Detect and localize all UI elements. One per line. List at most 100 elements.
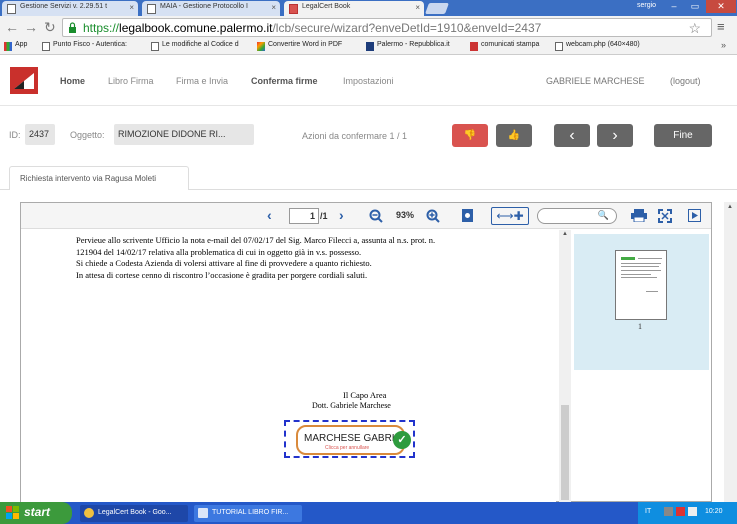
zoom-level[interactable]: 93% — [396, 210, 414, 220]
volume-icon[interactable] — [688, 507, 697, 516]
nav-libro-firma[interactable]: Libro Firma — [108, 76, 154, 86]
bookmark-label: comunicati stampa — [481, 41, 540, 48]
bookmark-star-icon[interactable]: ☆ — [688, 20, 701, 36]
page-icon — [555, 42, 563, 51]
forward-arrow-icon[interactable]: → — [24, 19, 38, 35]
thumbs-down-icon: 👎 — [463, 130, 477, 141]
document-line: 121904 del 14/02/17 relativa alla proble… — [76, 246, 362, 257]
more-bookmarks-icon[interactable]: » — [721, 40, 726, 50]
close-icon[interactable]: × — [129, 3, 134, 12]
pdf-search-input[interactable]: 🔍 — [537, 208, 617, 224]
network-icon[interactable] — [664, 507, 673, 516]
id-label: ID: — [9, 130, 21, 140]
chevron-left-icon: ‹ — [569, 127, 575, 144]
document-icon — [7, 4, 16, 14]
azioni-counter: Azioni da confermare 1 / 1 — [302, 131, 408, 141]
legalcert-favicon-icon — [289, 4, 298, 14]
close-icon[interactable]: × — [271, 3, 276, 12]
apps-grid-icon — [4, 42, 12, 51]
fine-button[interactable]: Fine — [654, 124, 712, 147]
url-host: legalbook.comune.palermo.it — [119, 21, 273, 35]
chrome-icon — [84, 508, 94, 518]
zoom-in-icon[interactable] — [426, 209, 440, 223]
presentation-icon[interactable] — [688, 209, 701, 222]
scroll-up-icon[interactable]: ▲ — [562, 231, 568, 237]
back-arrow-icon[interactable]: ← — [5, 19, 19, 35]
previous-page-icon[interactable]: ‹ — [267, 207, 272, 223]
nav-conferma-firme[interactable]: Conferma firme — [251, 76, 318, 86]
check-icon: ✓ — [393, 431, 411, 449]
bookmark-label: Convertire Word in PDF — [268, 41, 343, 48]
task-tutorial[interactable]: TUTORIAL LIBRO FIR... — [194, 505, 302, 522]
print-icon[interactable] — [631, 209, 647, 222]
thumbnail-panel: 1 — [574, 234, 709, 370]
bookmark-punto-fisco[interactable]: Punto Fisco - Autentica: — [42, 41, 127, 51]
approve-button[interactable]: 👍 — [496, 124, 532, 147]
start-button[interactable]: start — [0, 502, 72, 524]
oggetto-label: Oggetto: — [70, 130, 105, 140]
fullscreen-icon[interactable] — [658, 209, 672, 223]
bookmark-apps[interactable]: App — [4, 41, 28, 51]
profile-user-label[interactable]: sergio — [637, 2, 656, 9]
close-window-button[interactable]: ✕ — [706, 0, 736, 13]
fit-width-button[interactable]: ⟷✚ — [491, 207, 529, 225]
signature-button[interactable]: MARCHESE GABRIE Clicca per annullare — [296, 425, 405, 455]
page-number-input[interactable]: 1 — [289, 208, 319, 224]
pdf-scrollbar[interactable]: ▲ — [559, 230, 571, 502]
document-line: Si chiede a Codesta Azienda di volersi a… — [76, 258, 372, 268]
document-properties-icon[interactable] — [461, 208, 474, 223]
bookmark-comunicati[interactable]: comunicati stampa — [470, 41, 540, 51]
browser-tab-gestione-servizi[interactable]: Gestione Servizi v. 2.29.51 t × — [2, 1, 138, 16]
task-legalcert[interactable]: LegalCert Book - Goo... — [80, 505, 188, 522]
bookmark-label: Punto Fisco - Autentica: — [53, 41, 127, 48]
browser-tab-maia[interactable]: MAIA - Gestione Protocollo I × — [142, 1, 280, 16]
close-icon[interactable]: × — [415, 3, 420, 12]
address-bar[interactable]: https://legalbook.comune.palermo.it/lcb/… — [62, 18, 712, 37]
signatory-name: Dott. Gabriele Marchese — [312, 401, 391, 410]
minimize-window-button[interactable]: – — [664, 0, 684, 13]
reject-button[interactable]: 👎 — [452, 124, 488, 147]
new-tab-button[interactable] — [424, 3, 450, 14]
browser-tab-legalcert[interactable]: LegalCert Book × — [284, 1, 424, 16]
browser-tab-title: MAIA - Gestione Protocollo I — [160, 3, 248, 10]
bookmark-webcam[interactable]: webcam.php (640×480) — [555, 41, 640, 51]
scrollbar-thumb[interactable] — [561, 405, 569, 500]
document-icon — [198, 508, 208, 518]
signature-zone[interactable]: MARCHESE GABRIE Clicca per annullare ✓ — [284, 420, 415, 458]
bookmark-label: Le modifiche al Codice d — [162, 41, 239, 48]
logout-link[interactable]: (logout) — [670, 76, 701, 86]
windows-taskbar: start LegalCert Book - Goo... TUTORIAL L… — [0, 502, 737, 524]
bookmarks-bar: App Punto Fisco - Autentica: Le modifich… — [0, 39, 737, 55]
security-icon[interactable] — [676, 507, 685, 516]
scroll-up-icon[interactable]: ▲ — [727, 204, 733, 210]
previous-button[interactable]: ‹ — [554, 124, 590, 147]
bookmark-word-pdf[interactable]: Convertire Word in PDF — [257, 41, 343, 51]
bookmark-repubblica[interactable]: Palermo - Repubblica.it — [366, 41, 450, 51]
nav-impostazioni[interactable]: Impostazioni — [343, 76, 394, 86]
page-scrollbar[interactable]: ▲ — [724, 202, 737, 502]
reload-icon[interactable]: ↻ — [44, 19, 56, 36]
repubblica-icon — [366, 42, 374, 51]
task-label: TUTORIAL LIBRO FIR... — [212, 509, 289, 516]
maximize-window-button[interactable]: ▭ — [685, 0, 705, 13]
nav-firma-invia[interactable]: Firma e Invia — [176, 76, 228, 86]
zoom-out-icon[interactable] — [369, 209, 383, 223]
browser-menu-icon[interactable]: ≡ — [717, 19, 725, 34]
next-button[interactable]: › — [597, 124, 633, 147]
search-icon[interactable]: 🔍 — [598, 210, 609, 221]
bookmark-label: App — [15, 41, 28, 48]
comunicati-icon — [470, 42, 478, 51]
page-thumbnail[interactable] — [615, 250, 667, 320]
nav-home[interactable]: Home — [60, 76, 85, 86]
legalcert-logo-icon[interactable] — [10, 67, 38, 94]
language-indicator[interactable]: IT — [645, 508, 651, 515]
document-tab-label: Richiesta intervento via Ragusa Moleti — [20, 174, 157, 183]
oggetto-value: RIMOZIONE DIDONE RI... — [114, 124, 254, 145]
page-count: /1 — [320, 211, 328, 221]
tab-document[interactable]: Richiesta intervento via Ragusa Moleti — [9, 166, 189, 190]
bookmark-codice[interactable]: Le modifiche al Codice d — [151, 41, 239, 51]
task-label: LegalCert Book - Goo... — [98, 509, 172, 516]
pdf-viewer: ‹ 1 /1 › 93% ⟷✚ 🔍 Pervieue allo scrivent… — [20, 202, 712, 502]
next-page-icon[interactable]: › — [339, 207, 344, 223]
signature-hint: Clicca per annullare — [325, 445, 370, 451]
